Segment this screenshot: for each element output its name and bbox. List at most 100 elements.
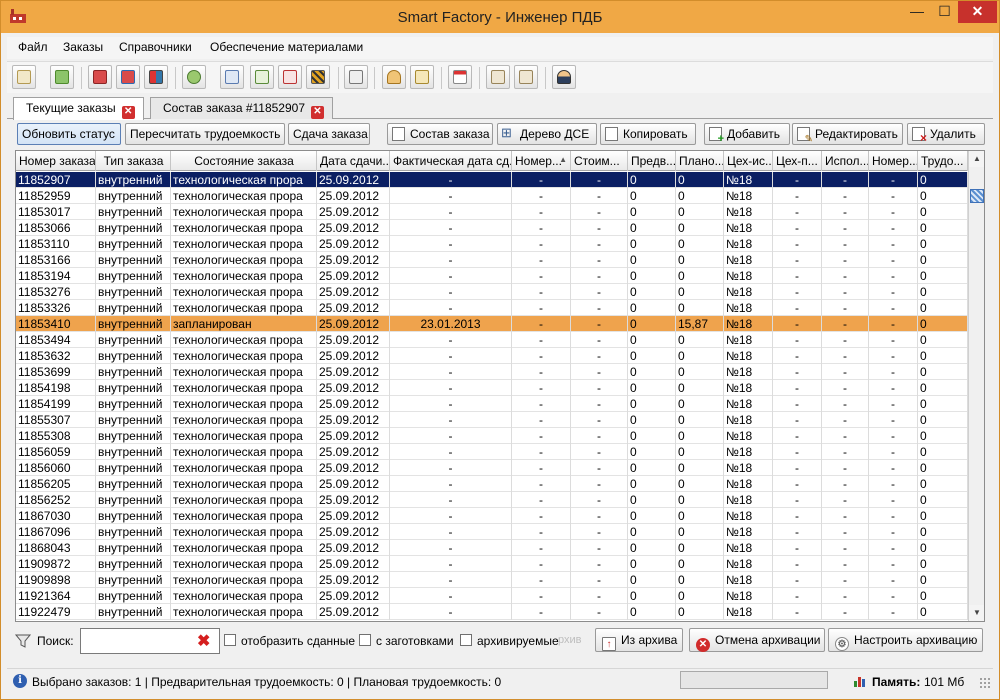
clear-search-icon[interactable]: ✖ xyxy=(197,631,210,651)
show-delivered-checkbox[interactable] xyxy=(224,634,236,646)
card-button-2[interactable] xyxy=(514,65,538,89)
tree-icon-1 xyxy=(225,70,239,84)
refresh-status-button[interactable]: Обновить статус xyxy=(17,123,121,145)
with-blanks-checkbox[interactable] xyxy=(359,634,371,646)
col-shop-executor-header[interactable]: Цех-ис... xyxy=(724,151,773,171)
scroll-thumb[interactable] xyxy=(970,189,984,203)
col-preliminary-cell: 0 xyxy=(628,396,676,412)
col-actual-date-header[interactable]: Фактическая дата сд... xyxy=(390,151,512,171)
report-button-3[interactable] xyxy=(144,65,168,89)
table-row[interactable]: 11909898 внутренний технологическая прора 2… xyxy=(16,572,968,588)
col-number-2-header[interactable]: Номер... xyxy=(869,151,918,171)
close-window-button[interactable]: ✕ xyxy=(958,1,997,23)
table-row[interactable]: 11853326 внутренний технологическая прора 2… xyxy=(16,300,968,316)
delete-button[interactable]: Удалить xyxy=(907,123,985,145)
table-row[interactable]: 11852959 внутренний технологическая прора 2… xyxy=(16,188,968,204)
table-row[interactable]: 11868043 внутренний технологическая прора 2… xyxy=(16,540,968,556)
refresh-button[interactable] xyxy=(50,65,74,89)
menu-file[interactable]: Файл xyxy=(18,40,48,54)
table-row[interactable]: 11853194 внутренний технологическая прора 2… xyxy=(16,268,968,284)
table-row[interactable]: 11853166 внутренний технологическая прора 2… xyxy=(16,252,968,268)
tab-order-composition[interactable]: Состав заказа #11852907 ✕ xyxy=(150,97,333,119)
orders-table[interactable]: Номер заказа Тип заказа Состояние заказа Да… xyxy=(15,150,985,622)
from-archive-button[interactable]: ↑ Из архива xyxy=(595,628,683,652)
report-button-2[interactable] xyxy=(116,65,140,89)
edit-button[interactable]: Редактировать xyxy=(792,123,903,145)
copy-button[interactable]: Копировать xyxy=(600,123,696,145)
tree-button-1[interactable] xyxy=(220,65,244,89)
table-row[interactable]: 11853494 внутренний технологическая прора 2… xyxy=(16,332,968,348)
table-row[interactable]: 11854199 внутренний технологическая прора 2… xyxy=(16,396,968,412)
col-order-state-header[interactable]: Состояние заказа xyxy=(171,151,317,171)
resize-grip[interactable] xyxy=(979,677,991,689)
col-shop-executor-cell: №18 xyxy=(724,492,773,508)
table-row[interactable]: 11867030 внутренний технологическая прора 2… xyxy=(16,508,968,524)
redo-button[interactable] xyxy=(182,65,206,89)
table-row[interactable]: 11922479 внутренний технологическая прора 2… xyxy=(16,604,968,620)
table-row[interactable]: 11853017 внутренний технологическая прора 2… xyxy=(16,204,968,220)
table-row[interactable]: 11856205 внутренний технологическая прора 2… xyxy=(16,476,968,492)
tree-button-2[interactable] xyxy=(250,65,274,89)
col-due-date-header[interactable]: Дата сдачи... xyxy=(317,151,390,171)
deliver-order-button[interactable]: Сдача заказа xyxy=(288,123,370,145)
table-row[interactable]: 11856252 внутренний технологическая прора 2… xyxy=(16,492,968,508)
cancel-archive-button[interactable]: ✕ Отмена архивации xyxy=(689,628,825,652)
close-tab-icon[interactable]: ✕ xyxy=(311,106,324,119)
col-labor-header[interactable]: Трудо... xyxy=(918,151,968,171)
table-row[interactable]: 11855308 внутренний технологическая прора 2… xyxy=(16,428,968,444)
calendar-button[interactable] xyxy=(448,65,472,89)
col-number-header[interactable]: Номер... ▲ xyxy=(512,151,571,171)
archived-checkbox[interactable] xyxy=(460,634,472,646)
table-row[interactable]: 11853410 внутренний запланирован 25.09.2012… xyxy=(16,316,968,332)
col-order-type-header[interactable]: Тип заказа xyxy=(96,151,171,171)
menu-references[interactable]: Справочники xyxy=(119,40,192,54)
col-preliminary-header[interactable]: Предв... xyxy=(628,151,676,171)
tab-current-orders[interactable]: Текущие заказы ✕ xyxy=(13,97,144,120)
scroll-down-button[interactable]: ▼ xyxy=(969,605,984,621)
memory-chart-icon xyxy=(854,677,865,687)
table-row[interactable]: 11856060 внутренний технологическая прора 2… xyxy=(16,460,968,476)
menu-materials[interactable]: Обеспечение материалами xyxy=(210,40,363,54)
report-button-1[interactable] xyxy=(88,65,112,89)
table-row[interactable]: 11854198 внутренний технологическая прора 2… xyxy=(16,380,968,396)
minimize-button[interactable]: — xyxy=(903,1,931,23)
title-bar[interactable]: Smart Factory - Инженер ПДБ — ☐ ✕ xyxy=(1,1,999,33)
table-row[interactable]: 11853276 внутренний технологическая прора 2… xyxy=(16,284,968,300)
col-order-state-cell: запланирован xyxy=(171,316,317,332)
table-row[interactable]: 11853699 внутренний технологическая прора 2… xyxy=(16,364,968,380)
table-row[interactable]: 11867096 внутренний технологическая прора 2… xyxy=(16,524,968,540)
table-row[interactable]: 11852907 внутренний технологическая прора 2… xyxy=(16,172,968,188)
barrier-button[interactable] xyxy=(306,65,330,89)
col-cost-header[interactable]: Стоим... xyxy=(571,151,628,171)
configure-archive-button[interactable]: ⚙ Настроить архивацию xyxy=(828,628,983,652)
col-labor-cell: 0 xyxy=(918,572,968,588)
dse-tree-button[interactable]: Дерево ДСЕ xyxy=(497,123,597,145)
close-tab-icon[interactable]: ✕ xyxy=(121,106,135,119)
table-row[interactable]: 11921364 внутренний технологическая прора 2… xyxy=(16,588,968,604)
route-button[interactable] xyxy=(278,65,302,89)
calculator-button[interactable] xyxy=(344,65,368,89)
col-planned-header[interactable]: Плано... xyxy=(676,151,724,171)
user-button[interactable] xyxy=(382,65,406,89)
documents-button[interactable] xyxy=(410,65,434,89)
table-row[interactable]: 11856059 внутренний технологическая прора 2… xyxy=(16,444,968,460)
col-order-number-header[interactable]: Номер заказа xyxy=(16,151,96,171)
engineer-button[interactable] xyxy=(552,65,576,89)
scroll-up-button[interactable]: ▲ xyxy=(969,151,984,167)
recalc-labor-button[interactable]: Пересчитать трудоемкость xyxy=(125,123,285,145)
vertical-scrollbar[interactable]: ▲ ▼ xyxy=(968,151,984,621)
table-row[interactable]: 11853632 внутренний технологическая прора 2… xyxy=(16,348,968,364)
order-composition-button[interactable]: Состав заказа xyxy=(387,123,493,145)
report-icon-3 xyxy=(149,70,163,84)
col-executor-header[interactable]: Испол... xyxy=(822,151,869,171)
table-row[interactable]: 11853066 внутренний технологическая прора 2… xyxy=(16,220,968,236)
table-row[interactable]: 11853110 внутренний технологическая прора 2… xyxy=(16,236,968,252)
add-button[interactable]: Добавить xyxy=(704,123,790,145)
card-button-1[interactable] xyxy=(486,65,510,89)
col-shop-p-header[interactable]: Цех-п... xyxy=(773,151,822,171)
table-row[interactable]: 11855307 внутренний технологическая прора 2… xyxy=(16,412,968,428)
table-row[interactable]: 11909872 внутренний технологическая прора 2… xyxy=(16,556,968,572)
menu-orders[interactable]: Заказы xyxy=(63,40,103,54)
new-document-button[interactable] xyxy=(12,65,36,89)
maximize-button[interactable]: ☐ xyxy=(931,1,958,23)
